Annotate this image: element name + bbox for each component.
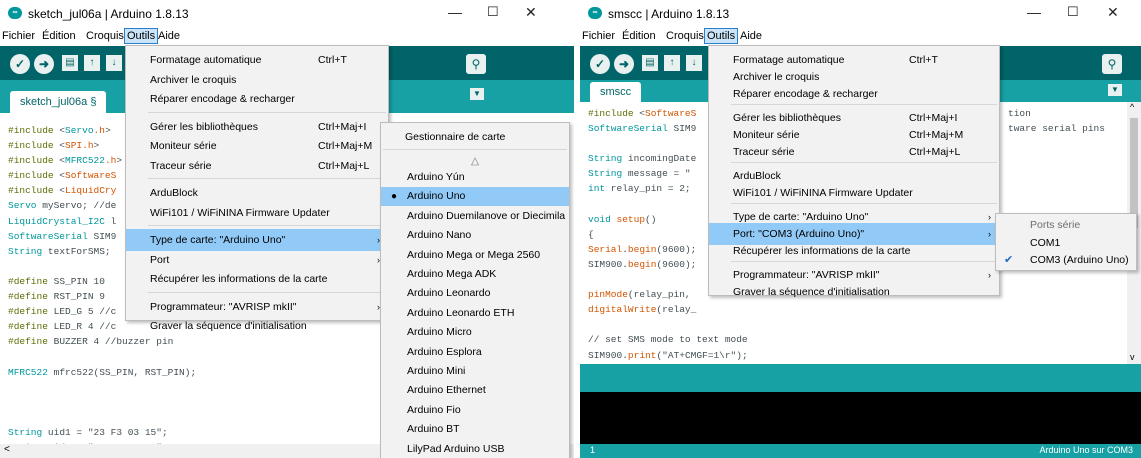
board-item-0[interactable]: Arduino Yún	[381, 168, 569, 187]
board-item-7[interactable]: Arduino Leonardo ETH	[381, 304, 569, 323]
close-button[interactable]: ✕	[525, 4, 537, 21]
board-manager-item[interactable]: Gestionnaire de carte	[381, 126, 569, 148]
separator	[731, 161, 997, 163]
menu-croquis[interactable]: Croquis	[86, 30, 124, 42]
check-icon[interactable]: ✓	[590, 54, 610, 74]
outils-item-7[interactable]: WiFi101 / WiFiNINA Firmware Updater	[709, 182, 999, 204]
outils-item-5[interactable]: Traceur série Ctrl+Maj+L	[126, 155, 388, 177]
arrow-down-icon[interactable]: ↓	[686, 55, 702, 71]
board-item-6[interactable]: Arduino Leonardo	[381, 284, 569, 303]
scroll-thumb[interactable]	[1130, 118, 1138, 228]
board-item-13[interactable]: Arduino BT	[381, 420, 569, 439]
outils-menu: Formatage automatique Ctrl+T Archiver le c…	[125, 45, 389, 332]
arduino-logo-icon: ∞	[8, 7, 22, 19]
board-submenu: Gestionnaire de carte △ Arduino Yún ● Ardu…	[380, 122, 570, 458]
magnifier-icon[interactable]: ⚲	[1102, 54, 1122, 74]
menu-outils[interactable]: Outils	[704, 28, 739, 44]
menu-edition[interactable]: Édition	[42, 30, 76, 42]
separator	[731, 260, 997, 262]
menu-edition[interactable]: Édition	[622, 30, 656, 42]
console-output	[580, 392, 1141, 444]
magnifier-icon[interactable]: ⚲	[466, 54, 486, 74]
separator	[148, 178, 386, 179]
board-item-11[interactable]: Arduino Ethernet	[381, 381, 569, 400]
board-item-10[interactable]: Arduino Mini	[381, 362, 569, 381]
arrow-right-icon[interactable]: ➜	[34, 54, 54, 74]
board-item-3[interactable]: Arduino Nano	[381, 226, 569, 245]
right-arduino-window: ∞ smscc | Arduino 1.8.13 — ☐ ✕ Fichier É…	[580, 0, 1141, 458]
tab-sketch[interactable]: sketch_jul06a §	[10, 91, 107, 113]
separator	[731, 202, 997, 204]
board-port-status: Arduino Uno sur COM3	[1039, 445, 1133, 455]
menu-outils[interactable]: Outils	[124, 28, 159, 44]
separator	[731, 103, 997, 105]
menu-croquis[interactable]: Croquis	[666, 30, 704, 42]
outils-item-2[interactable]: Réparer encodage & recharger	[709, 83, 999, 105]
scroll-left-icon[interactable]: <	[4, 444, 10, 455]
board-item-14[interactable]: LilyPad Arduino USB	[381, 440, 569, 458]
title-bar: ∞ smscc | Arduino 1.8.13 — ☐ ✕	[580, 0, 1141, 26]
radio-dot-icon: ●	[391, 191, 398, 203]
check-icon[interactable]: ✓	[10, 54, 30, 74]
board-item-2[interactable]: Arduino Duemilanove or Diecimila	[381, 207, 569, 226]
board-item-4[interactable]: Arduino Mega or Mega 2560	[381, 246, 569, 265]
port-submenu: Ports série COM1 ✔ COM3 (Arduino Uno)	[995, 213, 1137, 271]
window-title: sketch_jul06a | Arduino 1.8.13	[28, 7, 189, 21]
minimize-button[interactable]: —	[1027, 4, 1041, 20]
left-arduino-window: ∞ sketch_jul06a | Arduino 1.8.13 — ☐ ✕ F…	[0, 0, 574, 458]
window-title: smscc | Arduino 1.8.13	[608, 7, 730, 21]
line-number: 1	[590, 445, 596, 455]
minimize-button[interactable]: —	[448, 4, 462, 20]
separator	[148, 111, 386, 113]
menu-bar: Fichier Édition Croquis Outils Aide	[580, 27, 1141, 45]
board-item-5[interactable]: Arduino Mega ADK	[381, 265, 569, 284]
close-button[interactable]: ✕	[1107, 4, 1119, 21]
new-file-icon[interactable]: ▤	[642, 55, 658, 71]
arrow-up-icon[interactable]: ↑	[664, 55, 680, 71]
outils-item-2[interactable]: Réparer encodage & recharger	[126, 88, 388, 110]
menu-aide[interactable]: Aide	[158, 30, 180, 42]
menu-aide[interactable]: Aide	[740, 30, 762, 42]
triangle-down-icon[interactable]: ▼	[470, 88, 484, 100]
maximize-button[interactable]: ☐	[487, 4, 499, 20]
port-item-com3[interactable]: ✔ COM3 (Arduino Uno)	[996, 249, 1136, 271]
board-item-9[interactable]: Arduino Esplora	[381, 343, 569, 362]
code-overflow-text: tion	[1008, 108, 1031, 119]
title-bar: ∞ sketch_jul06a | Arduino 1.8.13 — ☐ ✕	[0, 0, 574, 26]
new-file-icon[interactable]: ▤	[62, 55, 78, 71]
outils-menu: Formatage automatique Ctrl+T Archiver le c…	[708, 45, 1000, 298]
outils-item-7[interactable]: WiFi101 / WiFiNINA Firmware Updater	[126, 202, 388, 224]
outils-item-5[interactable]: Traceur série Ctrl+Maj+L	[709, 141, 999, 163]
footer-bar: 1 Arduino Uno sur COM3	[580, 444, 1141, 458]
scroll-up-icon[interactable]: ^	[1130, 102, 1134, 112]
code-overflow-text: tware serial pins	[1008, 123, 1105, 134]
outils-item-10[interactable]: Récupérer les informations de la carte	[126, 268, 388, 290]
maximize-button[interactable]: ☐	[1067, 4, 1079, 20]
arrow-down-icon[interactable]: ↓	[106, 55, 122, 71]
arduino-logo-icon: ∞	[588, 7, 602, 19]
menu-fichier[interactable]: Fichier	[582, 30, 615, 42]
menu-fichier[interactable]: Fichier	[2, 30, 35, 42]
tab-sketch[interactable]: smscc	[590, 82, 642, 102]
console-status-bar	[580, 364, 1141, 392]
outils-item-12[interactable]: Graver la séquence d'initialisation	[709, 281, 999, 303]
board-item-8[interactable]: Arduino Micro	[381, 323, 569, 342]
scroll-down-icon[interactable]: v	[1130, 352, 1135, 362]
menu-bar: Fichier Édition Croquis Outils Aide	[0, 27, 574, 45]
triangle-down-icon[interactable]: ▼	[1108, 84, 1122, 96]
outils-item-12[interactable]: Graver la séquence d'initialisation	[126, 315, 388, 337]
board-item-1[interactable]: ● Arduino Uno	[381, 187, 569, 207]
outils-item-10[interactable]: Récupérer les informations de la carte	[709, 240, 999, 262]
arrow-right-icon[interactable]: ➜	[614, 54, 634, 74]
arrow-up-icon[interactable]: ↑	[84, 55, 100, 71]
board-item-12[interactable]: Arduino Fio	[381, 401, 569, 420]
separator	[148, 225, 386, 226]
separator	[148, 291, 386, 293]
check-icon: ✔	[1004, 254, 1014, 266]
